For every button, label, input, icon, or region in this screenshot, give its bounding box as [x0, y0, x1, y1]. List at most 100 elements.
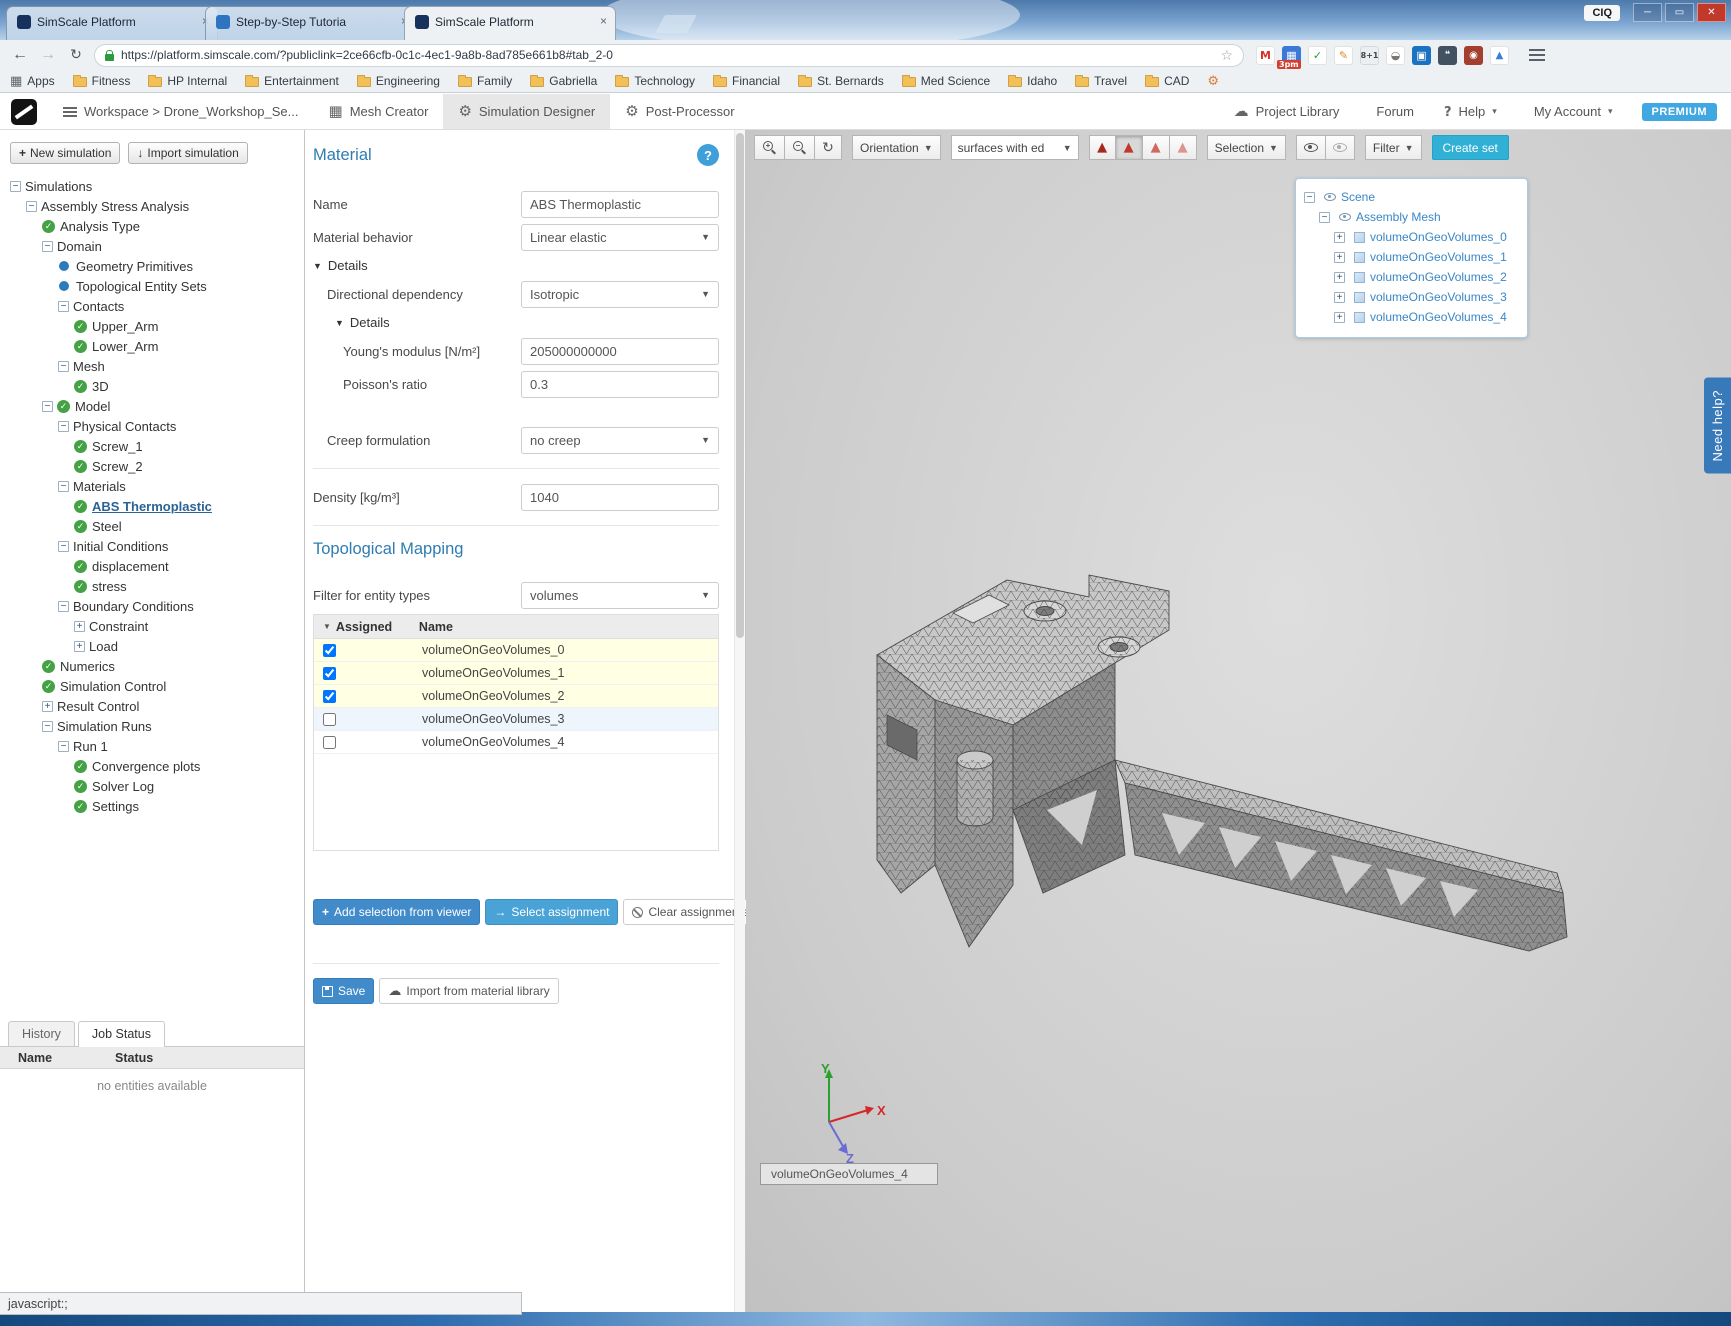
tree-item[interactable]: ABS Thermoplastic: [4, 496, 304, 516]
mesh-mode-2-button[interactable]: ▲: [1116, 135, 1143, 160]
tree-toggle-icon[interactable]: [42, 701, 53, 712]
scene-volume-row[interactable]: volumeOnGeoVolumes_2: [1304, 267, 1519, 287]
scene-volume-row[interactable]: volumeOnGeoVolumes_3: [1304, 287, 1519, 307]
mesh-mode-4-button[interactable]: ▲: [1170, 135, 1197, 160]
tab-close-icon[interactable]: ×: [600, 15, 607, 28]
header-link[interactable]: Forum ▾: [1354, 94, 1429, 129]
tree-item[interactable]: stress: [4, 576, 304, 596]
directional-dependency-select[interactable]: Isotropic ▼: [521, 281, 719, 308]
close-button[interactable]: ✕: [1697, 3, 1726, 22]
bookmark-item[interactable]: Fitness: [73, 74, 131, 88]
bookmark-item[interactable]: Med Science: [902, 74, 990, 88]
assignment-row[interactable]: volumeOnGeoVolumes_2: [314, 685, 718, 708]
details-toggle-2[interactable]: ▼ Details: [313, 315, 719, 330]
tree-item[interactable]: Simulations: [4, 176, 304, 196]
bookmark-star-icon[interactable]: ☆: [1220, 47, 1233, 64]
expand-icon[interactable]: [1334, 312, 1345, 323]
tree-item[interactable]: Contacts: [4, 296, 304, 316]
assigned-checkbox[interactable]: [323, 690, 336, 703]
tree-toggle-icon[interactable]: [58, 301, 69, 312]
scene-volume-row[interactable]: volumeOnGeoVolumes_4: [1304, 307, 1519, 327]
tree-toggle-icon[interactable]: [58, 601, 69, 612]
tree-item[interactable]: Boundary Conditions: [4, 596, 304, 616]
assigned-checkbox[interactable]: [323, 736, 336, 749]
bookmark-item[interactable]: Family: [458, 74, 512, 88]
bookmark-item[interactable]: HP Internal: [148, 74, 227, 88]
expand-icon[interactable]: [1334, 292, 1345, 303]
select-assignment-button[interactable]: →Select assignment: [485, 899, 618, 925]
show-button[interactable]: [1296, 135, 1326, 160]
assignment-row[interactable]: volumeOnGeoVolumes_0: [314, 639, 718, 662]
orientation-dropdown[interactable]: Orientation▼: [852, 135, 941, 160]
import-simulation-button[interactable]: ↓Import simulation: [128, 142, 247, 164]
tree-toggle-icon[interactable]: [10, 181, 21, 192]
hide-button[interactable]: [1326, 135, 1355, 160]
bookmark-item[interactable]: St. Bernards: [798, 74, 884, 88]
tree-item[interactable]: Topological Entity Sets: [4, 276, 304, 296]
details-toggle[interactable]: ▼ Details: [313, 258, 719, 273]
assigned-checkbox[interactable]: [323, 713, 336, 726]
collapse-icon[interactable]: [1319, 212, 1330, 223]
fit-view-button[interactable]: ↻: [815, 135, 842, 160]
minimize-button[interactable]: ─: [1633, 3, 1662, 22]
bookmark-item[interactable]: [1207, 74, 1224, 89]
import-material-library-button[interactable]: ☁Import from material library: [379, 978, 558, 1004]
render-mode-select[interactable]: surfaces with ed▼: [951, 135, 1079, 160]
tree-item[interactable]: 3D: [4, 376, 304, 396]
tree-item[interactable]: Solver Log: [4, 776, 304, 796]
tree-toggle-icon[interactable]: [42, 721, 53, 732]
bookmark-item[interactable]: Engineering: [357, 74, 440, 88]
browser-tab[interactable]: SimScale Platform ×: [6, 6, 218, 40]
bookmark-item[interactable]: Idaho: [1008, 74, 1057, 88]
header-link[interactable]: Project Library ▾: [1219, 94, 1355, 129]
tree-item[interactable]: Result Control: [4, 696, 304, 716]
tree-item[interactable]: Physical Contacts: [4, 416, 304, 436]
collapse-icon[interactable]: [1304, 192, 1315, 203]
entity-type-select[interactable]: volumes ▼: [521, 582, 719, 609]
tree-item[interactable]: Materials: [4, 476, 304, 496]
tree-toggle-icon[interactable]: [74, 621, 85, 632]
assignment-row[interactable]: volumeOnGeoVolumes_1: [314, 662, 718, 685]
tree-toggle-icon[interactable]: [26, 201, 37, 212]
mesh-mode-3-button[interactable]: ▲: [1143, 135, 1170, 160]
material-behavior-select[interactable]: Linear elastic ▼: [521, 224, 719, 251]
expand-icon[interactable]: [1334, 232, 1345, 243]
tree-item[interactable]: Initial Conditions: [4, 536, 304, 556]
tree-toggle-icon[interactable]: [42, 401, 53, 412]
workspace-breadcrumb[interactable]: Workspace > Drone_Workshop_Se...: [48, 94, 314, 129]
zoom-out-button[interactable]: −: [785, 135, 815, 160]
address-bar[interactable]: https://platform.simscale.com/?publiclin…: [94, 44, 1244, 67]
browser-tab[interactable]: Step-by-Step Tutoria ×: [205, 6, 417, 40]
extension-icon[interactable]: 3pm: [1282, 46, 1301, 65]
help-icon[interactable]: ?: [697, 144, 719, 166]
assignment-row[interactable]: volumeOnGeoVolumes_3: [314, 708, 718, 731]
tree-item[interactable]: Screw_1: [4, 436, 304, 456]
new-simulation-button[interactable]: +New simulation: [10, 142, 120, 164]
extension-icon[interactable]: [1386, 46, 1405, 65]
bookmark-item[interactable]: Technology: [615, 74, 695, 88]
poisson-ratio-input[interactable]: [521, 371, 719, 398]
tree-toggle-icon[interactable]: [74, 641, 85, 652]
save-button[interactable]: Save: [313, 978, 374, 1004]
panel-scrollbar[interactable]: [734, 130, 745, 1312]
tree-item[interactable]: Simulation Runs: [4, 716, 304, 736]
tree-item[interactable]: Load: [4, 636, 304, 656]
tree-toggle-icon[interactable]: [58, 421, 69, 432]
tree-item[interactable]: Analysis Type: [4, 216, 304, 236]
youngs-modulus-input[interactable]: [521, 338, 719, 365]
assignment-row[interactable]: volumeOnGeoVolumes_4: [314, 731, 718, 754]
tree-item[interactable]: Lower_Arm: [4, 336, 304, 356]
extension-icon[interactable]: [1464, 46, 1483, 65]
visibility-eye-icon[interactable]: [1339, 213, 1351, 221]
creep-formulation-select[interactable]: no creep ▼: [521, 427, 719, 454]
tree-item[interactable]: Assembly Stress Analysis: [4, 196, 304, 216]
density-input[interactable]: [521, 484, 719, 511]
tree-item[interactable]: Numerics: [4, 656, 304, 676]
tree-item[interactable]: Domain: [4, 236, 304, 256]
bookmark-item[interactable]: Financial: [713, 74, 780, 88]
tab-history[interactable]: History: [8, 1021, 75, 1046]
tree-item[interactable]: Steel: [4, 516, 304, 536]
app-nav-tab[interactable]: Simulation Designer: [443, 94, 610, 129]
scene-root-row[interactable]: Scene: [1304, 187, 1519, 207]
selection-dropdown[interactable]: Selection▼: [1207, 135, 1286, 160]
